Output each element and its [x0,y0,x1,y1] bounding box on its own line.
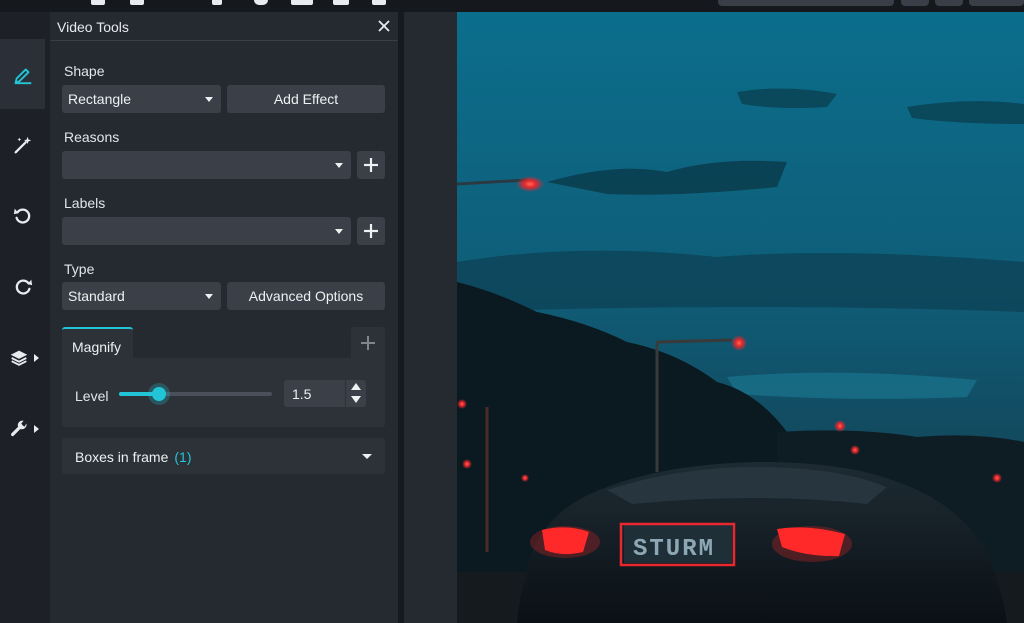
video-tools-panel: Video Tools Shape Rectangle Add Effect R… [50,12,398,623]
toolbar-icon[interactable] [372,0,386,5]
tool-layers[interactable] [0,323,45,393]
boxes-in-frame-dropdown[interactable]: Boxes in frame (1) [62,438,385,474]
toolbar-icon[interactable] [333,0,349,5]
decrement-arrow-icon[interactable] [351,396,361,403]
magnify-card: Magnify Level 1.5 [62,327,385,427]
type-select-value: Standard [68,288,125,304]
toolbar-icon[interactable] [130,0,144,5]
chevron-down-icon [205,294,213,299]
toolbar-icon[interactable] [91,0,105,5]
chevron-down-icon [205,97,213,102]
plus-icon [364,224,378,238]
expand-caret-icon [34,354,39,362]
chevron-down-icon [335,229,343,234]
level-slider-thumb[interactable] [151,387,166,401]
video-frame-canvas[interactable]: STURM [457,12,1024,623]
level-slider[interactable] [119,387,272,401]
boxes-in-frame-label: Boxes in frame [75,449,169,465]
layers-icon [10,350,27,366]
tool-magic-wand[interactable] [0,110,45,180]
reasons-select[interactable] [62,151,351,179]
add-effect-button[interactable]: Add Effect [227,85,385,113]
toolbar-icon[interactable] [291,0,313,5]
redo-icon [15,279,32,295]
undo-icon [13,208,30,224]
license-plate-text: STURM [633,536,715,563]
labels-label: Labels [64,195,106,211]
type-select[interactable]: Standard [62,282,221,310]
tab-magnify-label: Magnify [72,339,122,355]
toolbar-icon[interactable] [212,0,222,5]
canvas-margin [404,12,457,623]
advanced-options-button[interactable]: Advanced Options [227,282,385,310]
plus-icon [364,158,378,172]
chevron-down-icon [335,163,343,168]
tool-pencil[interactable] [0,39,45,109]
tool-wrench[interactable] [0,394,45,464]
video-frame-image: STURM [457,12,1024,623]
wrench-icon [10,420,26,437]
level-label: Level [75,388,109,404]
add-tab-button[interactable] [351,327,385,358]
reasons-label: Reasons [64,129,120,145]
close-icon[interactable] [376,18,392,34]
tool-undo[interactable] [0,181,45,251]
add-reason-button[interactable] [357,151,385,179]
toolbar-button[interactable] [935,0,963,6]
type-label: Type [64,261,95,277]
panel-header: Video Tools [50,12,398,41]
shape-label: Shape [64,63,105,79]
top-toolbar [0,0,1024,12]
increment-arrow-icon[interactable] [351,383,361,390]
stepper-divider [345,380,346,407]
tab-magnify[interactable]: Magnify [62,327,133,358]
chevron-down-icon [362,454,372,459]
add-label-button[interactable] [357,217,385,245]
expand-caret-icon [34,425,39,433]
panel-title: Video Tools [57,19,129,35]
toolbar-button[interactable] [901,0,929,6]
shape-select[interactable]: Rectangle [62,85,221,113]
shape-select-value: Rectangle [68,91,132,107]
boxes-count-badge: (1) [174,449,192,465]
toolbar-icon[interactable] [254,0,268,5]
magic-wand-icon [14,136,31,154]
level-value: 1.5 [292,386,312,402]
plus-icon [361,335,375,350]
boxes-in-frame-text: Boxes in frame (1) [75,449,192,465]
tool-rail [0,12,50,623]
tool-redo[interactable] [0,252,45,322]
labels-select[interactable] [62,217,351,245]
level-stepper[interactable]: 1.5 [284,380,366,407]
toolbar-button[interactable] [718,0,894,6]
pencil-icon [14,68,31,85]
toolbar-button[interactable] [969,0,1024,6]
